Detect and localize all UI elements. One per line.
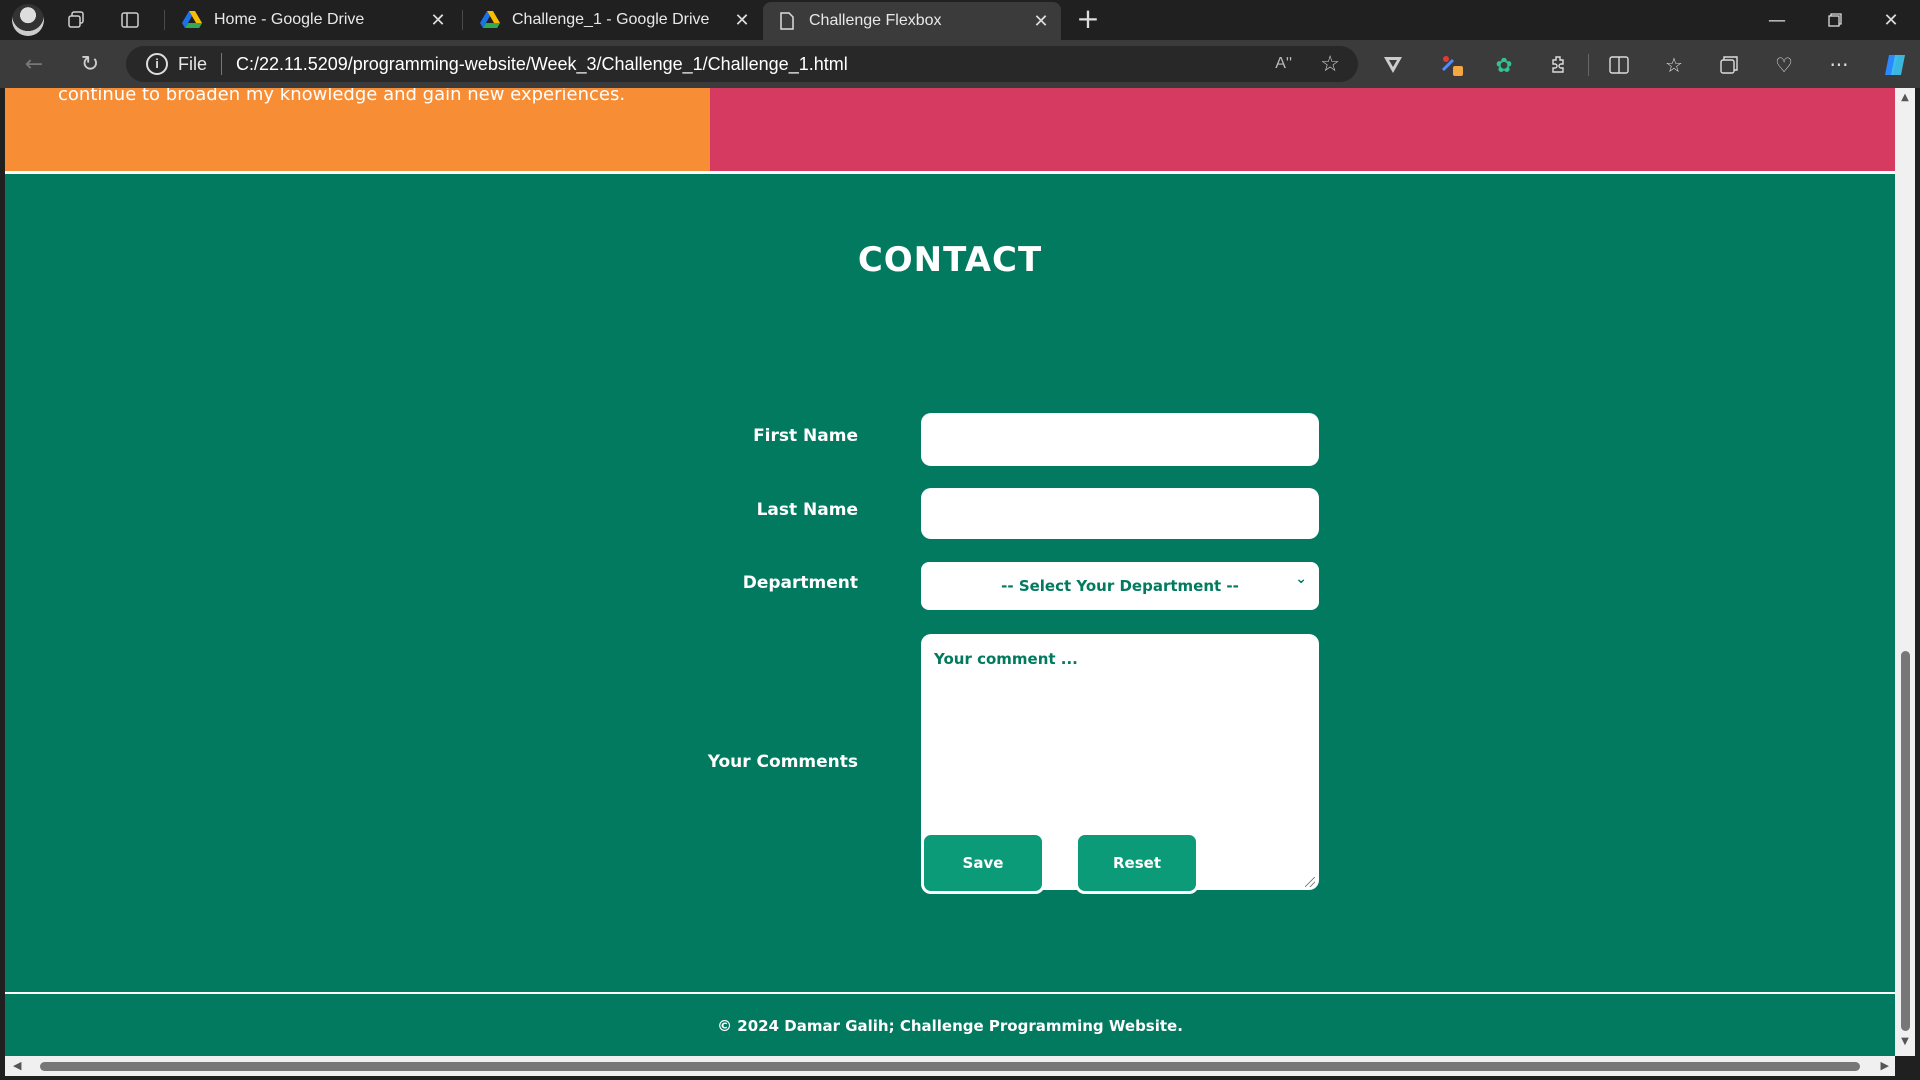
back-icon[interactable]: ← [18,48,50,80]
contact-title: CONTACT [857,240,1043,280]
document-icon [777,11,797,31]
horizontal-scrollbar[interactable]: ◀ ▶ [5,1056,1895,1076]
close-tab-icon[interactable]: ✕ [1029,11,1053,32]
tab-challenge-flexbox[interactable]: Challenge Flexbox ✕ [763,2,1061,40]
minimize-icon[interactable]: — [1748,0,1806,40]
workspaces-icon[interactable] [62,8,90,32]
chatgpt-extension-icon[interactable]: ✿ [1489,50,1519,80]
vertical-tabs-icon[interactable] [116,8,144,32]
resize-handle-icon[interactable] [1305,877,1315,887]
first-name-input[interactable] [921,413,1319,466]
tab-title: Challenge Flexbox [809,12,942,29]
last-name-label: Last Name [756,500,858,520]
refresh-icon[interactable]: ↻ [74,48,106,80]
page-viewport: continue to broaden my knowledge and gai… [5,88,1895,1056]
department-selected-value: -- Select Your Department -- [1001,577,1239,595]
comments-label: Your Comments [707,752,858,772]
scroll-down-icon[interactable]: ▼ [1895,1036,1915,1052]
favorites-icon[interactable]: ☆ [1659,50,1689,80]
more-menu-icon[interactable]: ··· [1824,50,1854,80]
restore-icon[interactable] [1806,0,1864,40]
vertical-scroll-thumb[interactable] [1901,651,1910,1031]
address-bar-row: ← ↻ i File C:/22.11.5209/programming-web… [0,40,1920,88]
footer-copyright: © 2024 Damar Galih; Challenge Programmin… [717,1017,1183,1035]
tab-title: Challenge_1 - Google Drive [512,11,710,28]
department-label: Department [742,573,858,593]
close-tab-icon[interactable]: ✕ [426,10,450,31]
google-drive-icon [480,10,500,30]
close-window-icon[interactable]: ✕ [1862,0,1920,40]
vertical-scrollbar[interactable]: ▲ ▼ [1895,88,1915,1056]
tab-home-google-drive[interactable]: Home - Google Drive ✕ [168,0,458,40]
about-text: continue to broaden my knowledge and gai… [58,88,626,105]
color-picker-extension-icon[interactable] [1437,50,1467,80]
google-drive-icon [182,10,202,30]
extensions-icon[interactable] [1544,50,1574,80]
new-tab-icon[interactable]: + [1072,4,1104,36]
tab-title: Home - Google Drive [214,11,365,28]
close-tab-icon[interactable]: ✕ [730,10,754,31]
reset-button[interactable]: Reset [1075,832,1199,894]
first-name-label: First Name [753,426,858,446]
vpn-extension-icon[interactable] [1378,50,1408,80]
tab-bar: Home - Google Drive ✕ Challenge_1 - Goog… [0,0,1920,40]
profile-avatar[interactable] [12,4,44,36]
last-name-input[interactable] [921,488,1319,539]
scroll-left-icon[interactable]: ◀ [13,1059,21,1072]
scheme-label: File [178,53,208,74]
section-divider [5,171,1895,174]
tab-challenge-1-google-drive[interactable]: Challenge_1 - Google Drive ✕ [466,0,762,40]
address-bar[interactable]: i File C:/22.11.5209/programming-website… [126,46,1358,82]
save-button[interactable]: Save [921,832,1045,894]
scroll-up-icon[interactable]: ▲ [1895,92,1915,108]
collections-icon[interactable] [1714,50,1744,80]
copilot-icon[interactable] [1878,50,1914,80]
browser-essentials-icon[interactable]: ♡ [1769,50,1799,80]
about-section-right [710,88,1895,171]
department-select[interactable]: -- Select Your Department -- ⌄ [921,562,1319,610]
about-section-left: continue to broaden my knowledge and gai… [5,88,710,171]
footer-divider [5,992,1895,994]
url-text[interactable]: C:/22.11.5209/programming-website/Week_3… [236,54,848,75]
scroll-right-icon[interactable]: ▶ [1881,1059,1889,1072]
favorite-star-icon[interactable]: ☆ [1320,51,1340,77]
site-info-icon[interactable]: i [146,53,168,75]
chevron-down-icon: ⌄ [1295,571,1307,587]
comments-placeholder: Your comment ... [934,650,1078,668]
split-screen-icon[interactable] [1604,50,1634,80]
read-aloud-icon[interactable]: Aʹʹ [1275,55,1292,73]
horizontal-scroll-thumb[interactable] [40,1062,1860,1071]
